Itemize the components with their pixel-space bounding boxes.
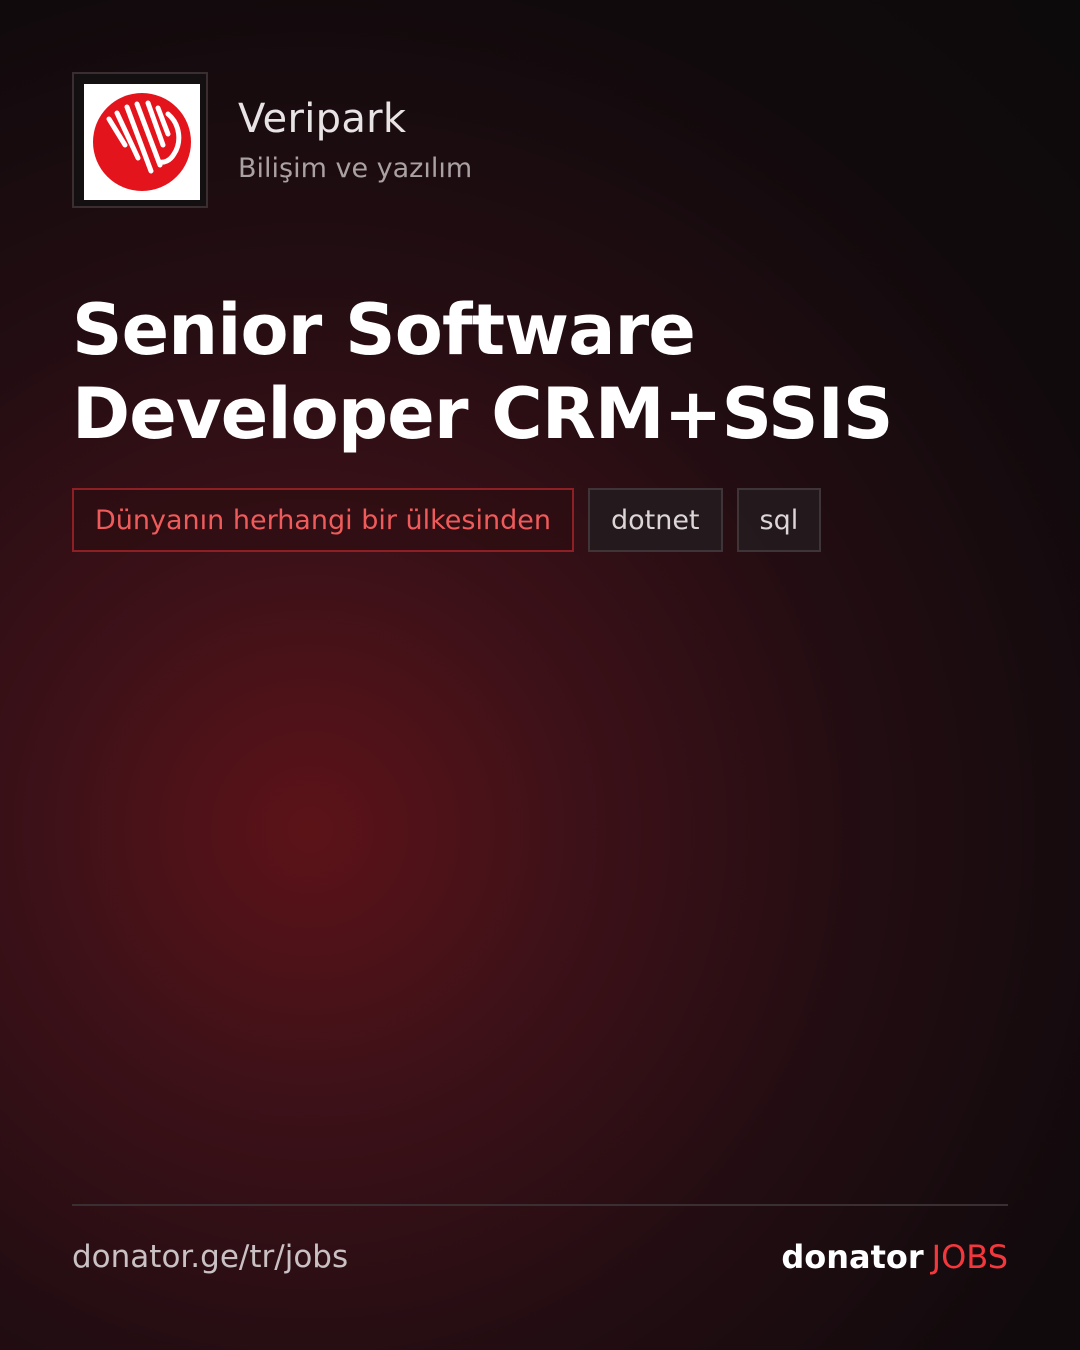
skill-tag-sql: sql xyxy=(736,488,822,552)
brand-name: donator xyxy=(781,1238,924,1276)
skill-tag-dotnet: dotnet xyxy=(587,488,723,552)
location-tag: Dünyanın herhangi bir ülkesinden xyxy=(72,488,574,552)
company-name: Veripark xyxy=(238,96,407,142)
job-tags: Dünyanın herhangi bir ülkesinden dotnet … xyxy=(72,488,822,552)
brand-logo: donator JOBS xyxy=(781,1236,1008,1278)
company-text: Veripark Bilişim ve yazılım xyxy=(238,72,472,186)
company-header: Veripark Bilişim ve yazılım xyxy=(72,72,472,208)
brand-accent: JOBS xyxy=(931,1238,1008,1276)
footer-url: donator.ge/tr/jobs xyxy=(72,1239,349,1275)
company-logo-frame xyxy=(72,72,208,208)
company-category: Bilişim ve yazılım xyxy=(238,153,473,184)
veripark-logo-icon xyxy=(84,84,200,200)
job-post-card: Veripark Bilişim ve yazılım Senior Softw… xyxy=(0,0,1080,1350)
job-title: Senior Software Developer CRM+SSIS xyxy=(72,289,893,455)
footer-divider xyxy=(72,1204,1008,1206)
